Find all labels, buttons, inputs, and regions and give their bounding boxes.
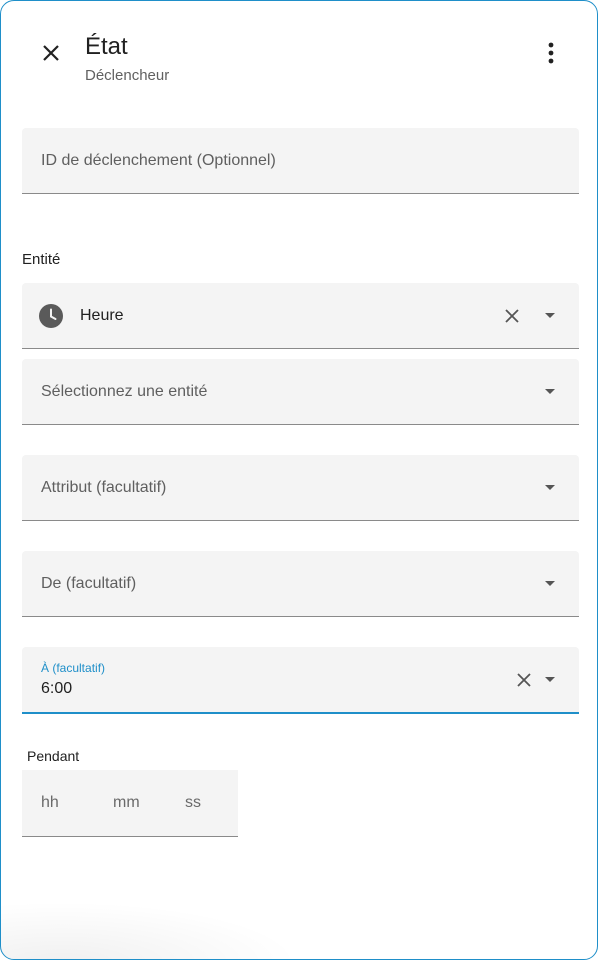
to-field[interactable]: À (facultatif) 6:00 xyxy=(22,647,579,714)
trigger-id-placeholder: ID de déclenchement (Optionnel) xyxy=(41,151,276,169)
chevron-down-icon[interactable] xyxy=(543,579,557,589)
hours-input[interactable]: hh xyxy=(41,794,59,812)
duration-label: Pendant xyxy=(27,748,80,764)
to-field-value: 6:00 xyxy=(41,680,73,697)
from-field[interactable]: De (facultatif) xyxy=(22,551,579,617)
clear-icon xyxy=(517,672,531,687)
close-icon xyxy=(43,45,59,61)
more-vert-icon xyxy=(548,42,554,64)
bottom-fade xyxy=(1,901,301,959)
minutes-input[interactable]: mm xyxy=(113,794,140,812)
close-button[interactable] xyxy=(33,35,69,71)
trigger-dialog: État Déclencheur ID de déclenchement (Op… xyxy=(0,0,598,960)
trigger-id-field[interactable]: ID de déclenchement (Optionnel) xyxy=(22,128,579,194)
to-field-label: À (facultatif) xyxy=(41,661,106,675)
seconds-input[interactable]: ss xyxy=(185,794,201,812)
clock-icon xyxy=(39,303,63,328)
clear-to-button[interactable] xyxy=(512,668,536,692)
attribute-placeholder: Attribut (facultatif) xyxy=(41,478,167,496)
chevron-down-icon[interactable] xyxy=(543,311,557,321)
entity-select-field[interactable]: Sélectionnez une entité xyxy=(22,359,579,425)
dialog-subtitle: Déclencheur xyxy=(85,67,170,84)
dialog-title: État xyxy=(85,33,128,60)
duration-input: hh mm ss xyxy=(22,770,238,837)
entity-section-label: Entité xyxy=(22,251,61,268)
clear-icon xyxy=(505,308,519,323)
selected-entity-name: Heure xyxy=(80,306,124,324)
more-options-button[interactable] xyxy=(531,33,571,73)
entity-picker-heure[interactable]: Heure xyxy=(22,283,579,349)
chevron-down-icon[interactable] xyxy=(543,483,557,493)
attribute-field[interactable]: Attribut (facultatif) xyxy=(22,455,579,521)
clear-entity-button[interactable] xyxy=(500,304,524,328)
chevron-down-icon[interactable] xyxy=(543,387,557,397)
chevron-down-icon[interactable] xyxy=(543,675,557,685)
entity-select-placeholder: Sélectionnez une entité xyxy=(41,382,208,400)
from-placeholder: De (facultatif) xyxy=(41,574,137,592)
